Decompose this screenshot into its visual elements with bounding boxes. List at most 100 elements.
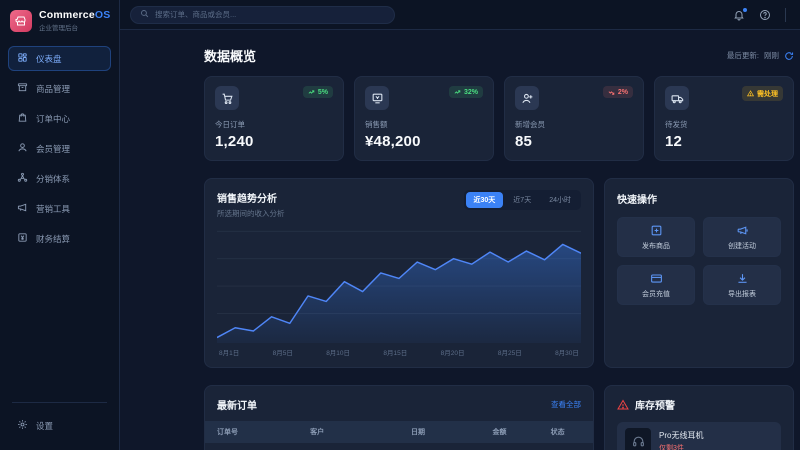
topbar-divider	[785, 8, 786, 22]
range-7d-button[interactable]: 近7天	[505, 192, 539, 208]
sidebar-item-marketing[interactable]: 营销工具	[8, 196, 111, 221]
orders-title: 最新订单	[217, 397, 257, 412]
distribution-icon	[17, 172, 28, 185]
warning-triangle-icon	[617, 399, 629, 411]
sidebar: CommerceOS 企业管理后台 仪表盘 商品管理 订单中心 会员管理	[0, 0, 120, 450]
topbar-actions	[733, 8, 786, 22]
table-row[interactable]: #ORD-00921 J. Smith 2023-10-24 ¥120.50	[205, 443, 593, 450]
page-header: 数据概览 最后更新: 刚刚	[204, 46, 794, 65]
sidebar-item-orders[interactable]: 订单中心	[8, 106, 111, 131]
members-icon	[17, 142, 28, 155]
sidebar-item-label: 商品管理	[36, 83, 70, 95]
inventory-alert-card: 库存预警 Pro无线耳机 仅剩3件	[604, 385, 794, 450]
stock-warning: 仅剩3件	[659, 443, 703, 450]
stat-value: 12	[665, 133, 783, 150]
brand-subtitle: 企业管理后台	[39, 22, 110, 32]
stat-label: 销售额	[365, 119, 483, 130]
stat-value: ¥48,200	[365, 133, 483, 150]
attention-badge: 需处理	[742, 86, 783, 101]
trend-badge: 5%	[303, 86, 333, 98]
orders-table: 订单号 客户 日期 金额 状态 #ORD-00921	[205, 421, 593, 450]
sidebar-item-products[interactable]: 商品管理	[8, 76, 111, 101]
global-search[interactable]	[130, 6, 395, 24]
brand-name: CommerceOS	[39, 9, 110, 21]
x-axis-labels: 8月1日 8月5日 8月10日 8月15日 8月20日 8月25日 8月30日	[217, 343, 581, 358]
range-24h-button[interactable]: 24小时	[541, 192, 579, 208]
stat-label: 新增会员	[515, 119, 633, 130]
inventory-title: 库存预警	[635, 397, 675, 412]
sales-trend-card: 销售趋势分析 所选期间的收入分析 近30天 近7天 24小时	[204, 178, 594, 368]
product-thumbnail	[625, 428, 651, 450]
cart-icon	[215, 86, 239, 110]
notifications-bell-icon[interactable]	[733, 9, 745, 21]
stat-label: 待发货	[665, 119, 783, 130]
sidebar-bottom: 设置	[0, 402, 119, 450]
credit-card-icon	[650, 272, 663, 285]
sidebar-item-label: 订单中心	[36, 113, 70, 125]
list-item[interactable]: Pro无线耳机 仅剩3件	[617, 422, 781, 450]
download-icon	[736, 272, 749, 285]
sidebar-nav: 仪表盘 商品管理 订单中心 会员管理 分销体系 营销工具	[0, 42, 119, 255]
range-30d-button[interactable]: 近30天	[466, 192, 504, 208]
search-input[interactable]	[155, 10, 385, 19]
stat-label: 今日订单	[215, 119, 333, 130]
trend-badge: 32%	[449, 86, 483, 98]
search-icon	[140, 9, 149, 20]
dashboard-content: 数据概览 最后更新: 刚刚 5% 今日订单 1,240	[120, 30, 800, 450]
orders-icon	[17, 112, 28, 125]
stat-cards: 5% 今日订单 1,240 32% 销售额 ¥48,200	[204, 76, 794, 161]
megaphone-icon	[736, 224, 749, 237]
sales-chart	[217, 227, 581, 343]
brand: CommerceOS 企业管理后台	[0, 0, 119, 42]
stat-value: 85	[515, 133, 633, 150]
topbar	[120, 0, 800, 30]
sidebar-item-settings[interactable]: 设置	[8, 413, 111, 438]
chart-title: 销售趋势分析	[217, 190, 285, 205]
order-amount: ¥120.50	[480, 443, 538, 450]
commerceos-app: CommerceOS 企业管理后台 仪表盘 商品管理 订单中心 会员管理	[0, 0, 800, 450]
create-campaign-button[interactable]: 创建活动	[703, 217, 781, 257]
main-area: 数据概览 最后更新: 刚刚 5% 今日订单 1,240	[120, 0, 800, 450]
trend-badge: 2%	[603, 86, 633, 98]
last-update: 最后更新: 刚刚	[727, 50, 794, 61]
marketing-icon	[17, 202, 28, 215]
sidebar-divider	[12, 402, 107, 403]
sidebar-item-label: 营销工具	[36, 203, 70, 215]
stat-card-pending-shipment[interactable]: 需处理 待发货 12	[654, 76, 794, 161]
sidebar-item-finance[interactable]: 财务结算	[8, 226, 111, 251]
sidebar-item-dashboard[interactable]: 仪表盘	[8, 46, 111, 71]
truck-icon	[665, 86, 689, 110]
stat-card-sales[interactable]: 32% 销售额 ¥48,200	[354, 76, 494, 161]
bottom-row: 最新订单 查看全部 订单号 客户 日期 金额 状态	[204, 385, 794, 450]
publish-product-button[interactable]: 发布商品	[617, 217, 695, 257]
sidebar-item-label: 会员管理	[36, 143, 70, 155]
quick-actions-title: 快速操作	[617, 191, 781, 206]
sidebar-item-distribution[interactable]: 分销体系	[8, 166, 111, 191]
view-all-link[interactable]: 查看全部	[551, 399, 581, 410]
stat-value: 1,240	[215, 133, 333, 150]
refresh-icon[interactable]	[784, 51, 794, 61]
products-icon	[17, 82, 28, 95]
member-recharge-button[interactable]: 会员充值	[617, 265, 695, 305]
latest-orders-card: 最新订单 查看全部 订单号 客户 日期 金额 状态	[204, 385, 594, 450]
range-selector: 近30天 近7天 24小时	[464, 190, 582, 210]
stat-card-today-orders[interactable]: 5% 今日订单 1,240	[204, 76, 344, 161]
member-add-icon	[515, 86, 539, 110]
product-name: Pro无线耳机	[659, 430, 703, 441]
sidebar-item-members[interactable]: 会员管理	[8, 136, 111, 161]
order-id: #ORD-00921	[205, 443, 298, 450]
help-icon[interactable]	[759, 9, 771, 21]
page-title: 数据概览	[204, 46, 256, 65]
sales-terminal-icon	[365, 86, 389, 110]
dashboard-icon	[17, 52, 28, 65]
stat-card-new-members[interactable]: 2% 新增会员 85	[504, 76, 644, 161]
order-date: 2023-10-24	[399, 443, 480, 450]
finance-icon	[17, 232, 28, 245]
export-report-button[interactable]: 导出报表	[703, 265, 781, 305]
sidebar-item-label: 财务结算	[36, 233, 70, 245]
quick-actions-card: 快速操作 发布商品 创建活动 会员充值	[604, 178, 794, 368]
app-logo-icon	[10, 10, 32, 32]
notification-dot	[743, 8, 747, 12]
gear-icon	[17, 419, 28, 432]
sidebar-item-label: 仪表盘	[36, 53, 62, 65]
